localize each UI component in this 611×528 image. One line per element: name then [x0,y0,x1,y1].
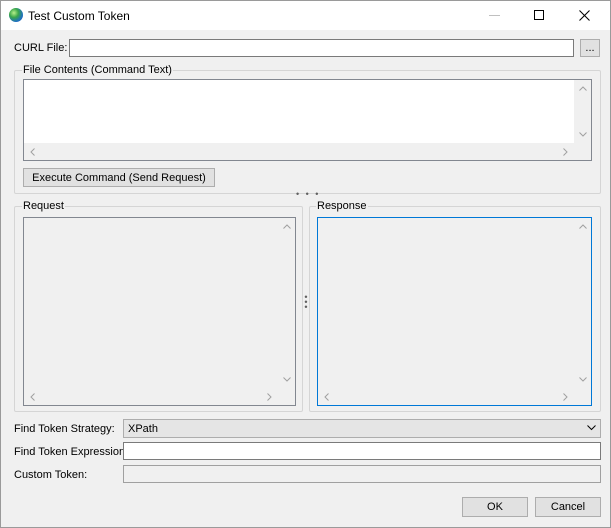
scrollbar-corner [278,388,295,405]
request-horizontal-scrollbar[interactable] [24,388,278,405]
response-textarea[interactable] [317,217,592,406]
find-token-strategy-value: XPath [128,423,158,435]
scrollbar-corner [574,388,591,405]
scroll-down-icon[interactable] [574,371,591,388]
chevron-down-icon [587,425,596,431]
scroll-right-icon[interactable] [557,143,574,160]
scrollbar-corner [574,143,591,160]
scroll-up-icon[interactable] [278,218,295,235]
request-group-title: Request [22,200,65,212]
horizontal-splitter-grip[interactable]: • • • [296,190,320,199]
custom-token-label: Custom Token: [14,469,88,481]
custom-token-input [123,465,601,483]
find-token-strategy-label: Find Token Strategy: [14,423,115,435]
find-token-expression-label: Find Token Expression: [14,446,129,458]
close-button[interactable] [562,1,607,30]
vertical-splitter-grip[interactable]: • • • [304,293,308,312]
file-contents-group-title: File Contents (Command Text) [22,64,173,76]
scroll-right-icon[interactable] [261,388,278,405]
ok-button[interactable]: OK [462,497,528,517]
test-custom-token-dialog: Test Custom Token CURL File: ... File Co… [0,0,611,528]
request-textarea[interactable] [23,217,296,406]
minimize-button[interactable] [472,1,517,30]
response-group-title: Response [316,200,368,212]
scroll-up-icon[interactable] [574,80,591,97]
title-bar[interactable]: Test Custom Token [1,1,610,30]
request-vertical-scrollbar[interactable] [278,218,295,388]
browse-curl-file-button[interactable]: ... [580,39,600,57]
maximize-icon [534,10,544,20]
minimize-icon [489,15,500,16]
execute-command-button[interactable]: Execute Command (Send Request) [23,168,215,187]
scroll-left-icon[interactable] [318,388,335,405]
maximize-button[interactable] [517,1,562,30]
scroll-right-icon[interactable] [557,388,574,405]
globe-app-icon [9,8,23,22]
curl-file-input[interactable] [69,39,574,57]
close-icon [579,10,590,21]
window-title: Test Custom Token [28,9,130,23]
scroll-left-icon[interactable] [24,388,41,405]
response-horizontal-scrollbar[interactable] [318,388,574,405]
find-token-expression-input[interactable] [123,442,601,460]
file-contents-horizontal-scrollbar[interactable] [24,143,574,160]
find-token-strategy-dropdown[interactable]: XPath [123,419,601,438]
curl-file-label: CURL File: [14,42,68,54]
cancel-button[interactable]: Cancel [535,497,601,517]
scroll-up-icon[interactable] [574,218,591,235]
scroll-down-icon[interactable] [278,371,295,388]
scroll-down-icon[interactable] [574,126,591,143]
file-contents-textarea[interactable] [23,79,592,161]
response-vertical-scrollbar[interactable] [574,218,591,388]
scroll-left-icon[interactable] [24,143,41,160]
file-contents-vertical-scrollbar[interactable] [574,80,591,143]
